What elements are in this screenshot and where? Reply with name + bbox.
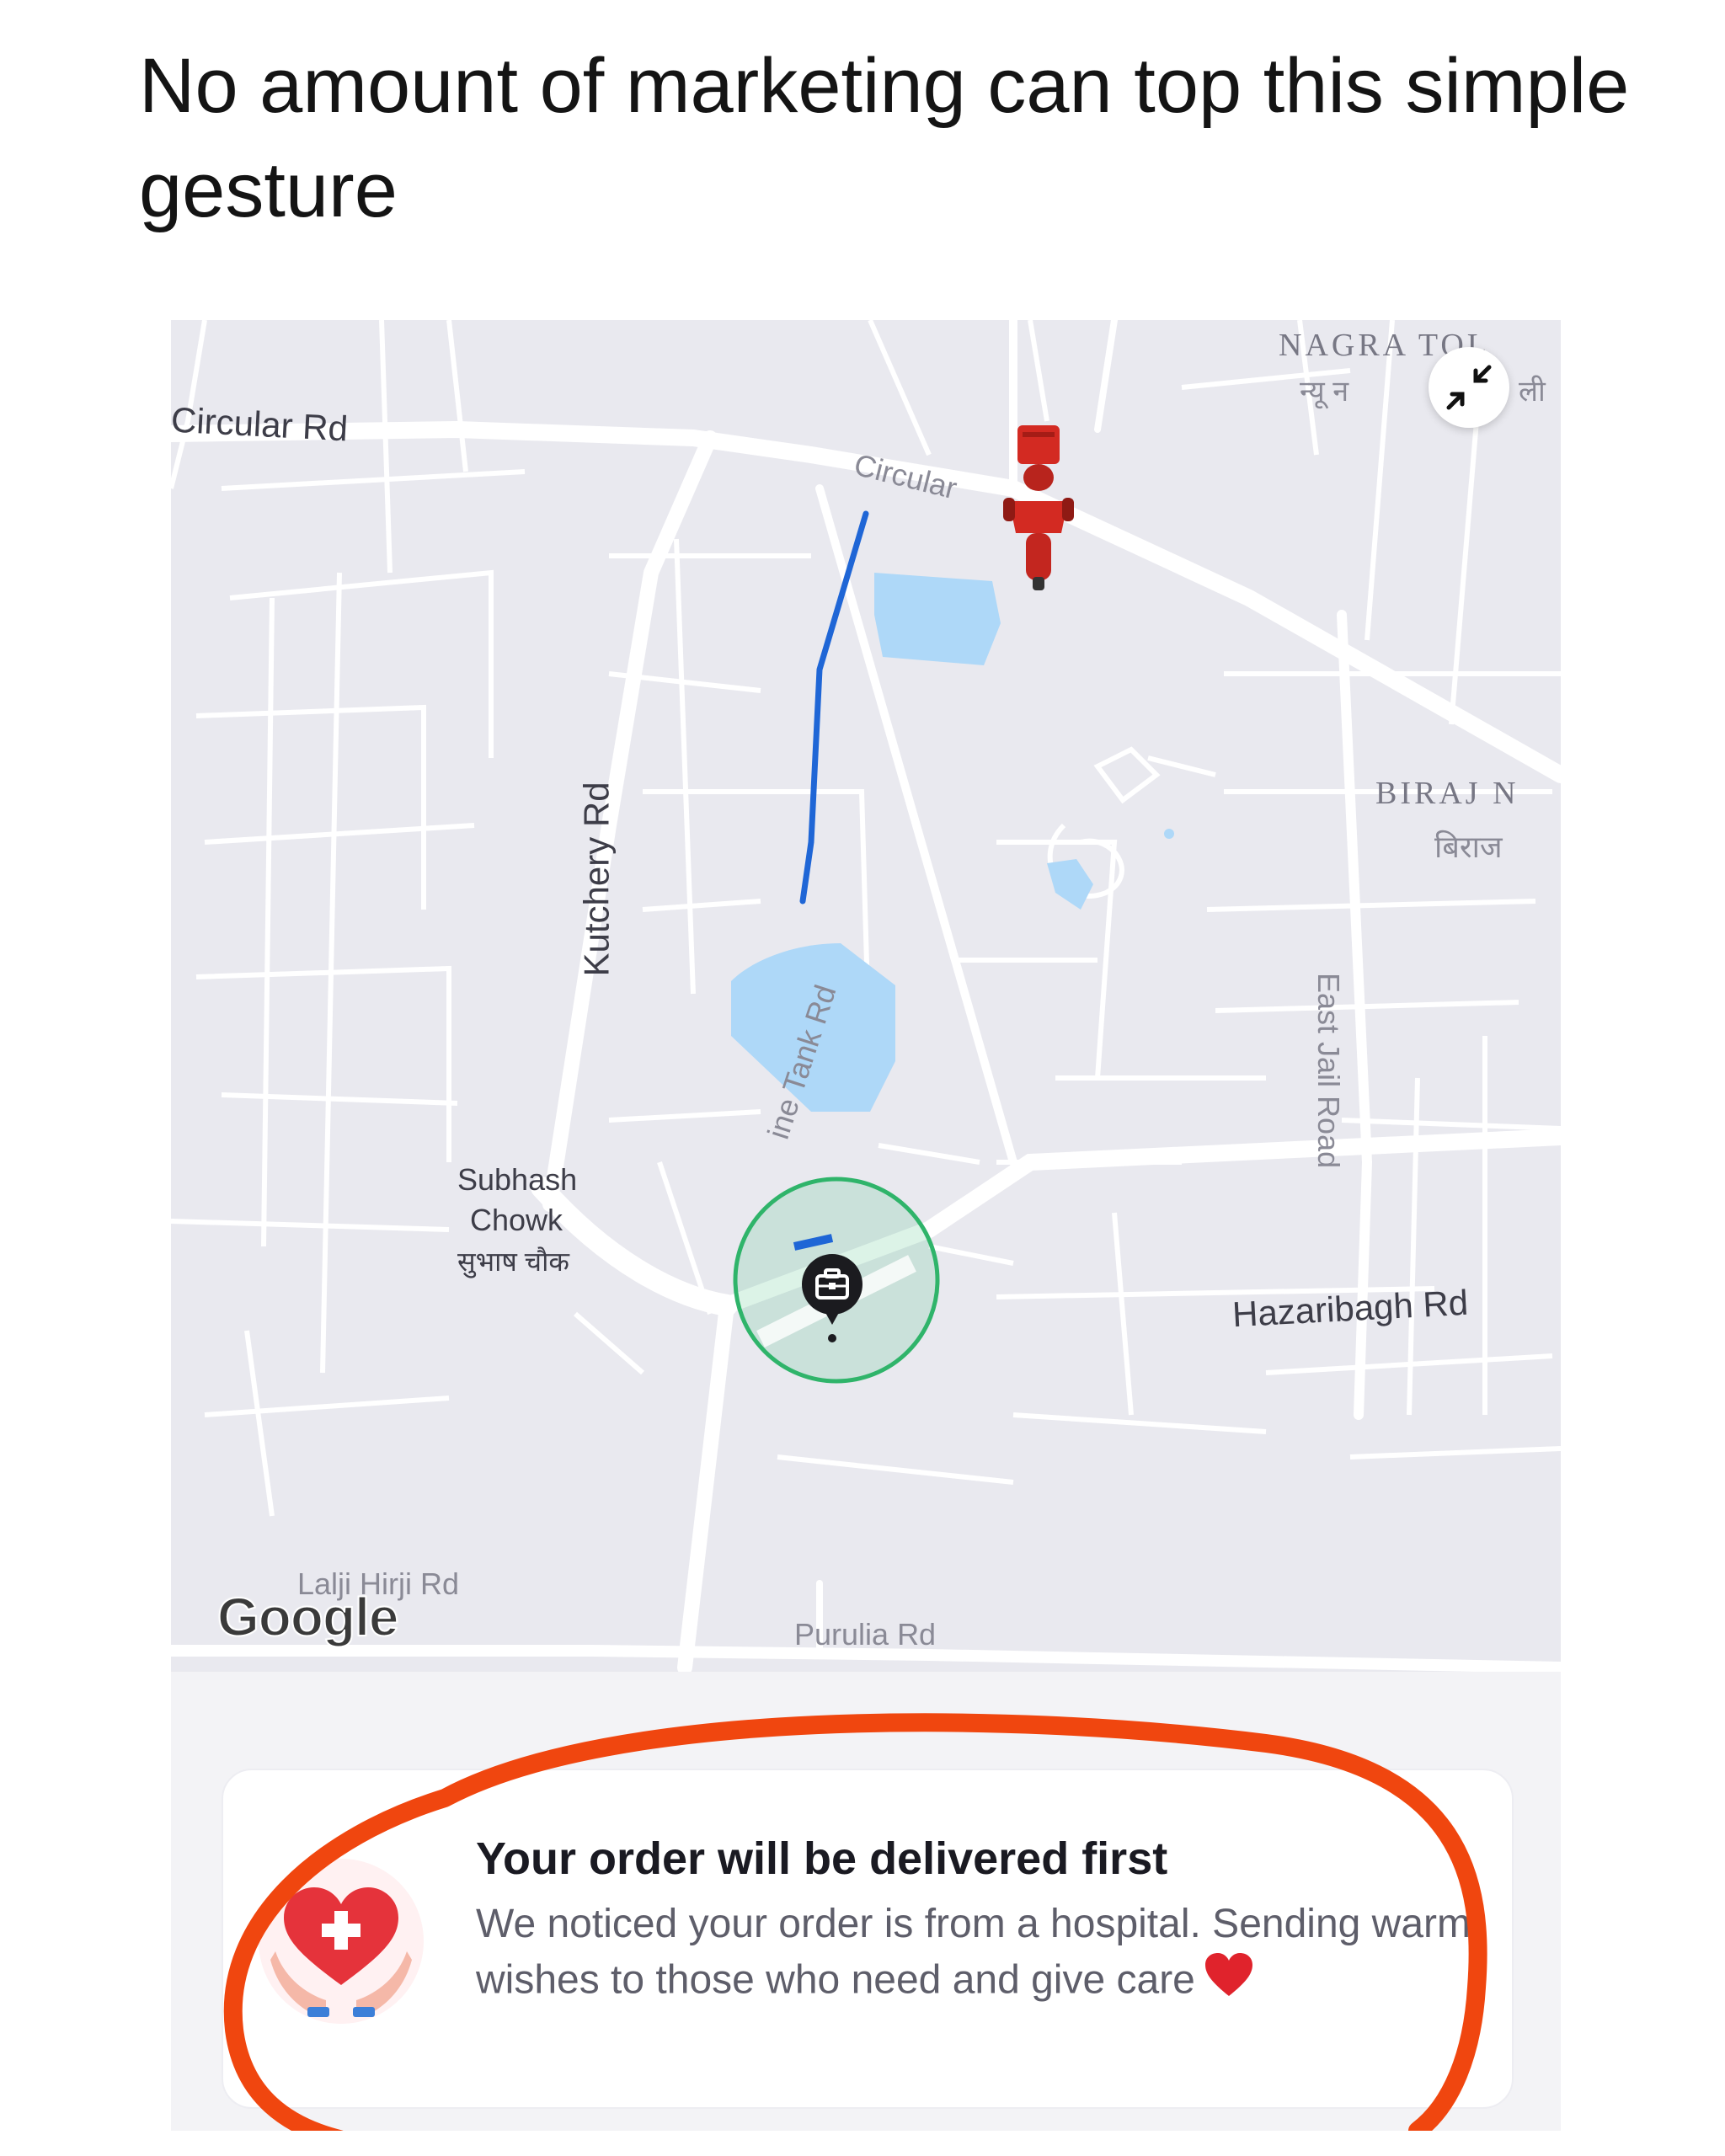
- label-nagra-tol-hindi-end: ली: [1519, 376, 1546, 408]
- label-nagra-tol-hindi: न्यू न: [1300, 376, 1349, 408]
- label-subhash-chowk-hindi: सुभाष चौक: [457, 1246, 569, 1277]
- screenshot-card: Circular Rd Circular Kutchery Rd Subhash…: [171, 320, 1561, 2131]
- compress-map-button[interactable]: [1429, 347, 1509, 428]
- arrows-compress-icon: [1446, 365, 1492, 410]
- map-view[interactable]: Circular Rd Circular Kutchery Rd Subhash…: [171, 320, 1561, 1672]
- label-east-jail-road: East Jail Road: [1311, 973, 1346, 1169]
- route-line: [799, 510, 869, 905]
- post-caption: No amount of marketing can top this simp…: [139, 43, 1630, 233]
- map-canvas: [171, 320, 1561, 1672]
- label-biraj-hindi: बिराज: [1434, 830, 1503, 864]
- notice-body-text: We noticed your order is from a hospital…: [476, 1902, 1471, 2003]
- priority-delivery-notice: Your order will be delivered first We no…: [222, 1769, 1514, 2109]
- google-attribution: Google: [216, 1586, 399, 1648]
- label-kutchery-rd: Kutchery Rd: [576, 782, 617, 977]
- heart-in-hands-icon: [259, 1859, 424, 2024]
- label-subhash-chowk-line2: Chowk: [470, 1203, 563, 1237]
- notice-body: We noticed your order is from a hospital…: [476, 1897, 1487, 2013]
- notice-title: Your order will be delivered first: [476, 1833, 1168, 1884]
- label-purulia-rd: Purulia Rd: [794, 1617, 937, 1652]
- label-biraj: BIRAJ N: [1375, 776, 1519, 811]
- label-subhash-chowk-line1: Subhash: [457, 1162, 578, 1197]
- red-heart-icon: [1204, 1952, 1254, 2013]
